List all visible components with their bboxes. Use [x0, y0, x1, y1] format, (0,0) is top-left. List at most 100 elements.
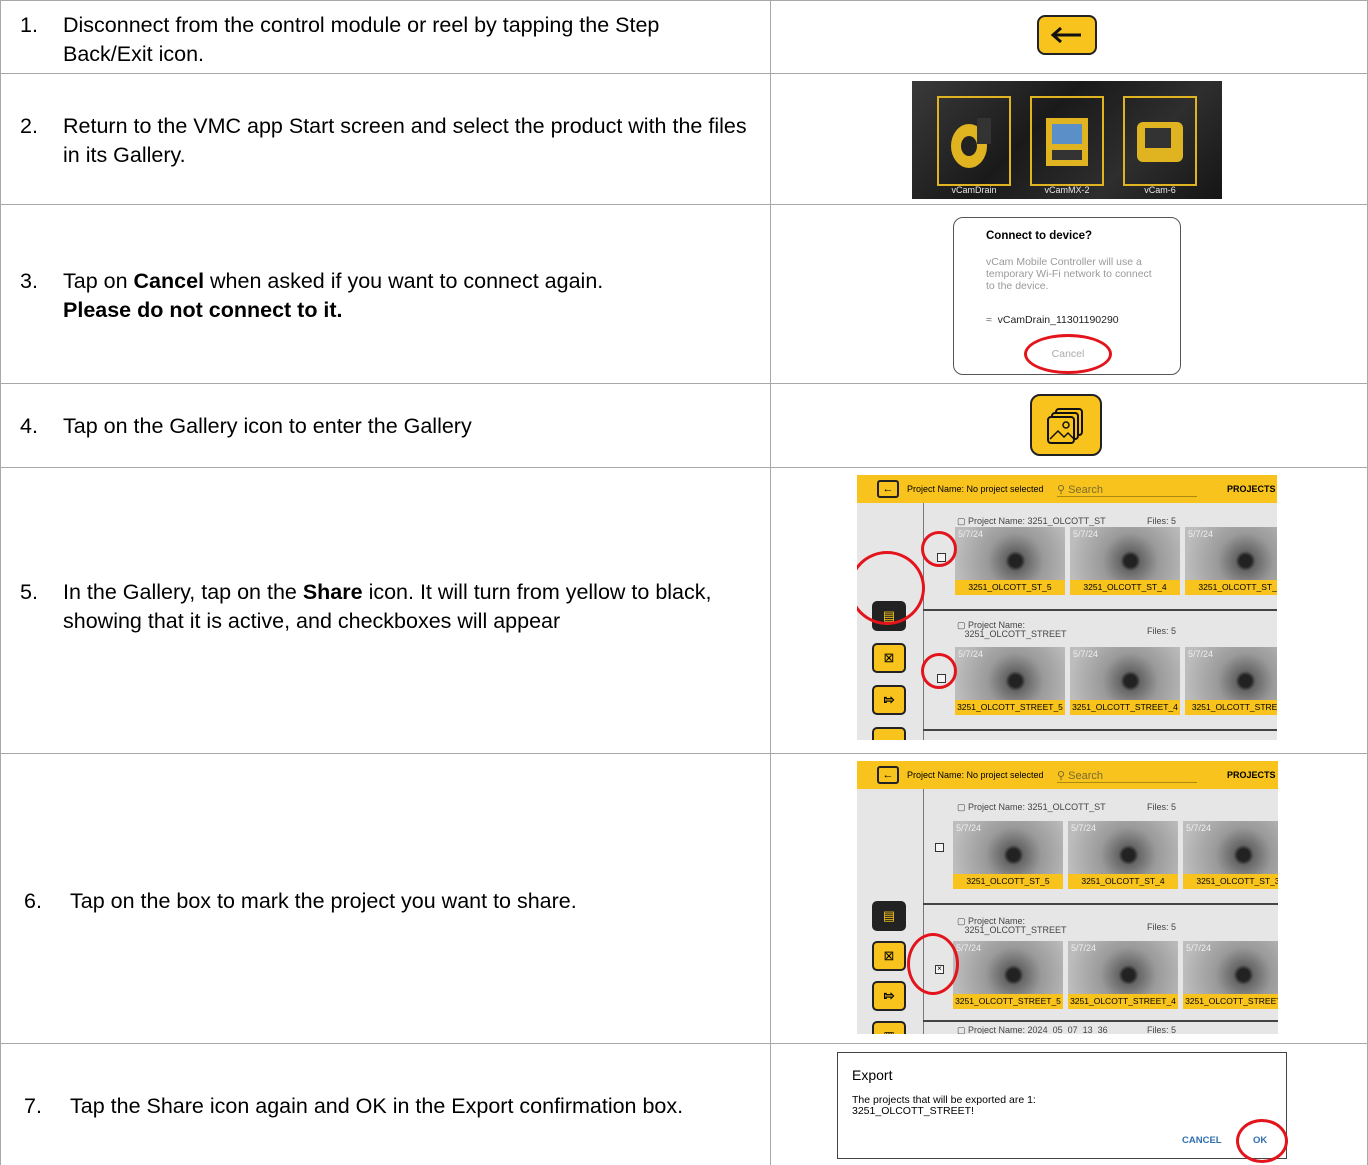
export-icon: ⇰ [883, 692, 895, 707]
gallery-screen: ← Project Name: No project selected ⚲ Se… [857, 475, 1277, 740]
file-count: Files: 5 [1147, 1025, 1177, 1034]
project-title: ▢ Project Name: 2024_05_07_13_36 [957, 1025, 1108, 1034]
reel-icon [951, 118, 991, 168]
project-title: ▢ Project Name: 3251_OLCOTT_ST [957, 516, 1106, 526]
folder-icon: ▢ [957, 1025, 966, 1034]
table-row: 6. Tap on the box to mark the project yo… [0, 753, 1368, 1043]
step-number: 5. [20, 580, 38, 604]
step-description: Disconnect from the control module or re… [63, 13, 660, 66]
step-number: 1. [20, 13, 38, 37]
search-input[interactable]: ⚲ Search [1057, 769, 1197, 783]
thumbnail[interactable]: 5/7/24 3251_OLCOTT_ST_4 [1070, 527, 1180, 595]
thumbnail[interactable]: 5/7/243251_OLCOTT_STREET [1185, 647, 1277, 715]
step-description: Tap on Cancel when asked if you want to … [63, 269, 604, 322]
project-divider [923, 1020, 1278, 1022]
export-icon: ⇰ [883, 988, 895, 1003]
table-row: 3. Tap on Cancel when asked if you want … [0, 204, 1368, 383]
select-button[interactable]: ⊠ [872, 643, 906, 673]
file-count: Files: 5 [1147, 802, 1177, 812]
product-tile-vcamdrain[interactable] [937, 96, 1011, 186]
delete-button[interactable]: ▦ [872, 1021, 906, 1034]
thumbnail[interactable]: 5/7/24 3251_OLCOTT_ST_5 [955, 527, 1065, 595]
product-label: vCam-6 [1144, 185, 1176, 195]
product-tile-vcam6[interactable] [1123, 96, 1197, 186]
highlight-circle [907, 933, 959, 995]
step-number: 7. [24, 1094, 42, 1118]
projects-tab[interactable]: PROJECTS [1227, 770, 1276, 780]
thumbnail[interactable]: 5/7/24 3251_OLCOTT_STREET_4 [1068, 941, 1178, 1009]
highlight-circle [921, 653, 957, 689]
step-description: Tap on the Gallery icon to enter the Gal… [63, 414, 472, 438]
arrow-left-icon [1050, 26, 1081, 44]
dialog-title: Export [852, 1067, 893, 1083]
thumbnail[interactable]: 5/7/24 3251_OLCOTT_ST_3 [1183, 821, 1278, 889]
folder-icon: ▢ [957, 516, 966, 526]
cancel-button[interactable]: CANCEL [1182, 1135, 1222, 1146]
arrow-left-icon: ← [882, 769, 894, 781]
search-input[interactable]: ⚲ Search [1057, 483, 1197, 497]
gallery-screen: ← Project Name: No project selected ⚲ Se… [857, 761, 1278, 1034]
export-dialog: Export The projects that will be exporte… [837, 1052, 1288, 1163]
back-button[interactable]: ← [877, 766, 899, 784]
gallery-icon [1047, 408, 1083, 444]
thumbnail[interactable]: 5/7/24 3251_OLCOTT_STREET_5 [953, 941, 1063, 1009]
table-row: 1. Disconnect from the control module or… [0, 0, 1368, 73]
share-icon: ▤ [882, 908, 896, 923]
project-checkbox[interactable] [935, 843, 944, 852]
project-title: ▢ Project Name: 3251_OLCOTT_STREET [957, 620, 1067, 639]
highlight-circle [1024, 334, 1112, 374]
step-description: Tap the Share icon again and OK in the E… [70, 1094, 684, 1118]
folder-icon: ▢ [957, 802, 966, 812]
gallery-toolbar: ← Project Name: No project selected ⚲ Se… [857, 475, 1277, 503]
export-button[interactable]: ⇰ [872, 685, 906, 715]
step-image [1037, 15, 1097, 55]
gallery-button[interactable] [1030, 394, 1102, 456]
file-count: Files: 5 [1147, 516, 1177, 526]
product-label: vCamMX-2 [1044, 185, 1090, 195]
thumbnail[interactable]: 5/7/24 3251_OLCOTT_STREET_4 [1070, 647, 1180, 715]
step-image: Connect to device? vCam Mobile Controlle… [953, 217, 1181, 375]
wifi-icon: ≈ [986, 314, 992, 326]
select-button[interactable]: ⊠ [872, 941, 906, 971]
step-image: Export The projects that will be exporte… [837, 1052, 1288, 1163]
search-icon: ⚲ [1057, 770, 1066, 782]
projects-tab[interactable]: PROJECTS [1227, 484, 1276, 494]
thumbnail[interactable]: 5/7/24 3251_OLCOTT_ST_4 [1068, 821, 1178, 889]
dialog-description: vCam Mobile Controller will use a tempor… [986, 256, 1152, 292]
step-number: 6. [24, 889, 42, 913]
step-number: 4. [20, 414, 38, 438]
arrow-left-icon: ← [882, 483, 894, 495]
gallery-sidebar: ▤ ⊠ ⇰ ▦ [857, 789, 924, 1034]
table-row: 4. Tap on the Gallery icon to enter the … [0, 383, 1368, 467]
select-icon: ⊠ [883, 948, 895, 963]
case-icon [1137, 122, 1183, 162]
step-description: In the Gallery, tap on the Share icon. I… [63, 580, 712, 633]
thumbnail[interactable]: 5/7/24 3251_OLCOTT_STREET_5 [955, 647, 1065, 715]
thumbnail[interactable]: 5/7/24 3251_OLCOTT_ST_3 [1185, 527, 1277, 595]
gallery-toolbar: ← Project Name: No project selected ⚲ Se… [857, 761, 1278, 789]
delete-button[interactable] [872, 727, 906, 740]
project-name-label: Project Name: No project selected [907, 484, 1044, 494]
dialog-title: Connect to device? [986, 230, 1093, 242]
share-button[interactable]: ▤ [872, 901, 906, 931]
thumbnail[interactable]: 5/7/243251_OLCOTT_STREET_3 [1183, 941, 1278, 1009]
thumbnail[interactable]: 5/7/24 3251_OLCOTT_ST_5 [953, 821, 1063, 889]
table-row: 5. In the Gallery, tap on the Share icon… [0, 467, 1368, 753]
back-button[interactable] [1037, 15, 1097, 55]
connect-dialog: Connect to device? vCam Mobile Controlle… [953, 217, 1181, 375]
step-number: 2. [20, 114, 38, 138]
product-tile-vcammx2[interactable] [1030, 96, 1104, 186]
step-image: vCamDrain vCamMX-2 vCam-6 [912, 81, 1222, 199]
project-name-label: Project Name: No project selected [907, 770, 1044, 780]
step-number: 3. [20, 269, 38, 293]
export-button[interactable]: ⇰ [872, 981, 906, 1011]
table-row: 2. Return to the VMC app Start screen an… [0, 73, 1368, 204]
search-icon: ⚲ [1057, 484, 1066, 496]
file-count: Files: 5 [1147, 626, 1177, 636]
highlight-circle [1236, 1119, 1288, 1163]
project-title: ▢ Project Name: 3251_OLCOTT_STREET [957, 916, 1067, 935]
trash-icon: ▦ [883, 1029, 894, 1034]
back-button[interactable]: ← [877, 480, 899, 498]
file-count: Files: 5 [1147, 922, 1177, 932]
project-divider [923, 729, 1277, 731]
